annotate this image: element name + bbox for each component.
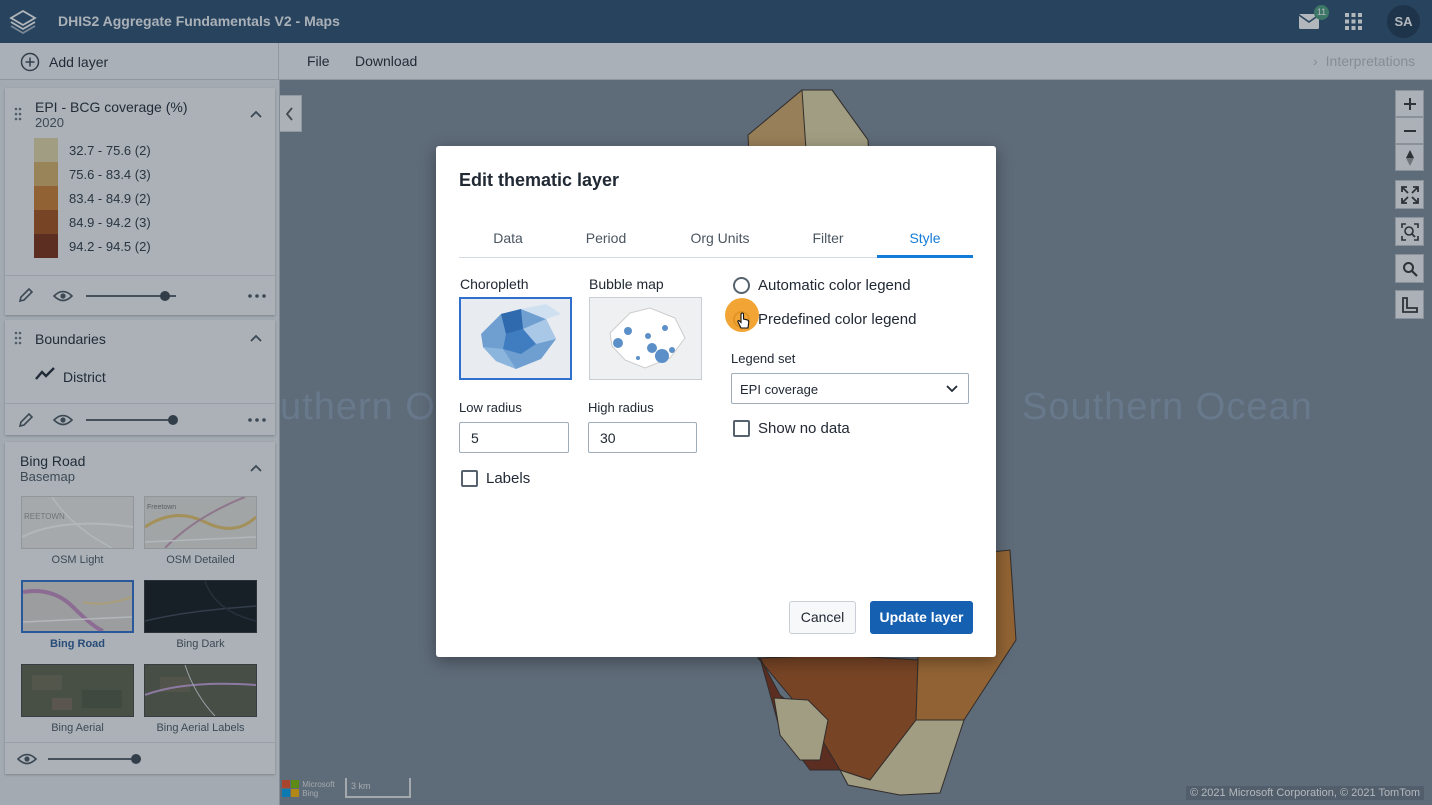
update-layer-button[interactable]: Update layer	[870, 601, 973, 634]
choropleth-label: Choropleth	[460, 276, 529, 292]
low-radius-label: Low radius	[459, 400, 522, 415]
tab-style[interactable]: Style	[877, 223, 973, 258]
edit-thematic-layer-dialog: Edit thematic layer Data Period Org Unit…	[436, 146, 996, 657]
legend-set-value: EPI coverage	[740, 382, 819, 397]
dialog-tabs: Data Period Org Units Filter Style	[459, 223, 973, 258]
show-no-data-label: Show no data	[758, 420, 850, 437]
tab-filter[interactable]: Filter	[779, 223, 877, 258]
labels-checkbox[interactable]	[461, 470, 478, 487]
tab-period[interactable]: Period	[557, 223, 655, 258]
labels-checkbox-label: Labels	[486, 470, 531, 487]
high-radius-input[interactable]: 30	[588, 422, 697, 453]
automatic-legend-radio[interactable]	[733, 277, 750, 294]
chevron-down-icon	[946, 385, 958, 393]
bubble-map-option[interactable]	[589, 297, 702, 380]
show-no-data-checkbox[interactable]	[733, 420, 750, 437]
predefined-legend-label: Predefined color legend	[758, 311, 917, 328]
bubble-map-thumbnail	[609, 307, 686, 369]
cancel-button[interactable]: Cancel	[789, 601, 856, 634]
legend-set-label: Legend set	[731, 351, 796, 366]
bubble-map-label: Bubble map	[589, 276, 664, 292]
choropleth-thumbnail	[481, 304, 561, 369]
tab-data[interactable]: Data	[459, 223, 557, 258]
hand-cursor-icon	[737, 312, 750, 329]
tab-org-units[interactable]: Org Units	[671, 223, 769, 258]
legend-set-select[interactable]: EPI coverage	[731, 373, 969, 404]
automatic-legend-label: Automatic color legend	[758, 277, 911, 294]
dialog-title: Edit thematic layer	[459, 170, 620, 190]
low-radius-input[interactable]: 5	[459, 422, 569, 453]
high-radius-label: High radius	[588, 400, 654, 415]
choropleth-option[interactable]	[459, 297, 572, 380]
